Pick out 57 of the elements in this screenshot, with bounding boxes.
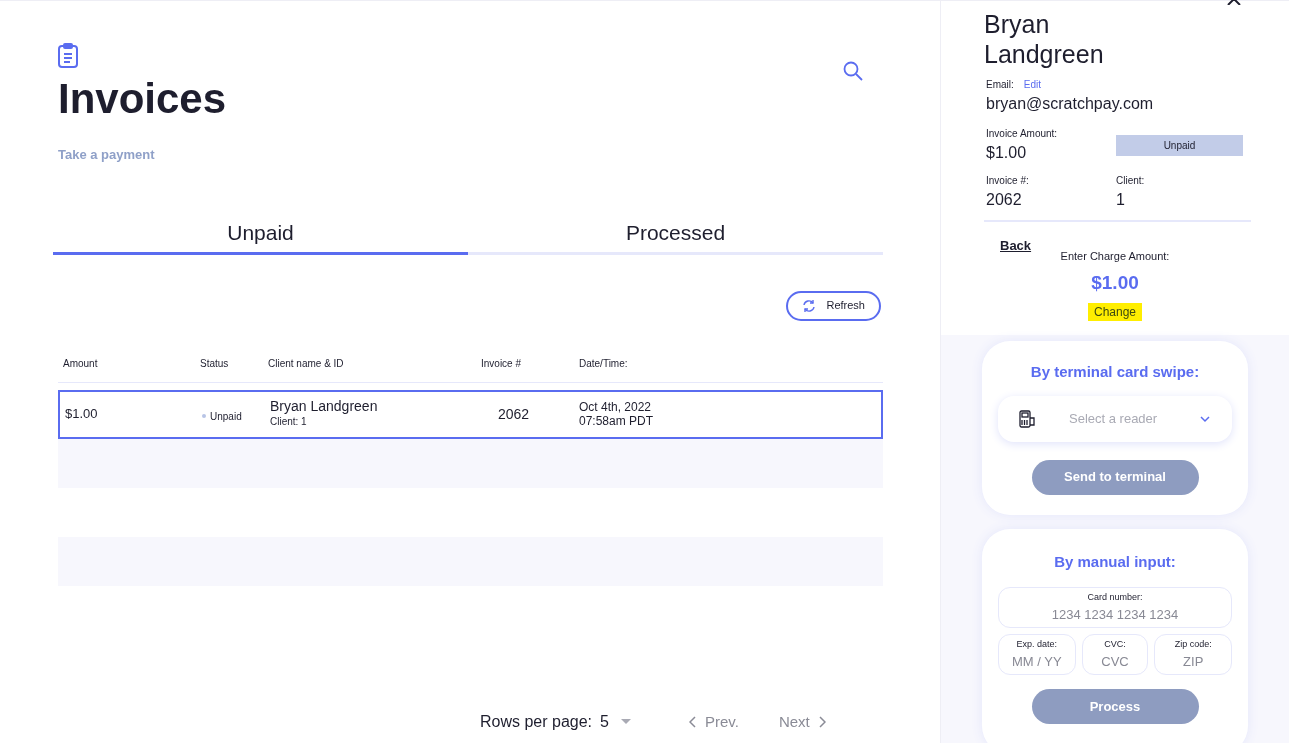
field-label: Card number: (1087, 591, 1143, 604)
card-input[interactable]: ZIP (1155, 651, 1231, 671)
chevron-down-icon (1199, 414, 1211, 423)
section-title: By manual input: (1054, 551, 1176, 572)
column-header: Date/Time: (578, 356, 629, 371)
card-input[interactable]: CVC (1082, 651, 1148, 671)
refresh-button[interactable]: Refresh (786, 290, 881, 321)
card-terminal-icon (1019, 409, 1036, 428)
rows-per-page-select[interactable]: 5 (600, 710, 631, 734)
client-name: Bryan Landgreen (984, 9, 1105, 69)
client-value: 1 (1116, 190, 1126, 210)
page-title: Invoices (58, 74, 227, 124)
field-label: CVC: (1104, 638, 1126, 651)
edit-link[interactable]: Edit (1023, 77, 1042, 92)
chevron-left-icon (688, 716, 697, 728)
charge-amount: $1.00 (1091, 270, 1139, 295)
client-id: Client: 1 (270, 415, 308, 429)
card-input[interactable]: MM / YY (999, 651, 1075, 671)
time-text: 07:58am PDT (579, 414, 655, 428)
search-icon[interactable] (843, 61, 863, 81)
client-name: Bryan Landgreen (270, 399, 379, 414)
amount-value: $1.00 (986, 143, 1028, 163)
rows-per-page-label: Rows per page: (480, 712, 593, 732)
card-field[interactable]: Zip code: ZIP (1154, 634, 1232, 675)
field-label: Exp. date: (1016, 638, 1058, 651)
change-link[interactable]: Change (1087, 303, 1142, 321)
tab[interactable]: Processed (468, 214, 883, 255)
column-header: Client name & ID (267, 356, 345, 371)
card-field[interactable]: Card number: 1234 1234 1234 1234 (998, 587, 1232, 628)
table-cell-text: Unpaid (210, 409, 242, 424)
refresh-icon (802, 298, 817, 313)
field-label: Invoice #: (986, 174, 1030, 188)
invoice-value: 2062 (986, 190, 1023, 210)
date-text: Oct 4th, 2022 (579, 400, 653, 414)
back-link[interactable]: Back (1000, 236, 1032, 256)
invoice-row[interactable]: $1.00 Unpaid Bryan Landgreen Client: 1 2062 Oct 4th, 2022 07:58am PDT (58, 389, 883, 439)
column-header: Invoice # (480, 356, 523, 371)
column-header: Amount (62, 356, 99, 371)
column-header: Status (199, 356, 230, 371)
card-field[interactable]: CVC: CVC (1081, 634, 1149, 675)
charge-label: Enter Charge Amount: (1060, 249, 1170, 264)
email-value: bryan@scratchpay.com (986, 94, 1155, 114)
status-badge: Unpaid (1116, 135, 1243, 156)
chevron-right-icon (817, 716, 826, 728)
table-cell-text: 2062 (497, 404, 531, 424)
clipboard-icon (57, 43, 79, 69)
caret-down-icon (620, 719, 631, 725)
table-cell-text: $1.00 (64, 405, 99, 424)
section-title: By terminal card swipe: (1030, 362, 1200, 382)
field-label: Zip code: (1174, 638, 1212, 651)
tab[interactable]: Unpaid (53, 214, 468, 255)
card-input[interactable]: 1234 1234 1234 1234 (999, 604, 1231, 624)
field-label: Invoice Amount: (986, 127, 1059, 141)
reader-placeholder: Select a reader (1069, 409, 1158, 428)
field-label: Email: (986, 78, 1014, 92)
field-label: Client: (1116, 174, 1146, 188)
card-field[interactable]: Exp. date: MM / YY (998, 634, 1076, 675)
